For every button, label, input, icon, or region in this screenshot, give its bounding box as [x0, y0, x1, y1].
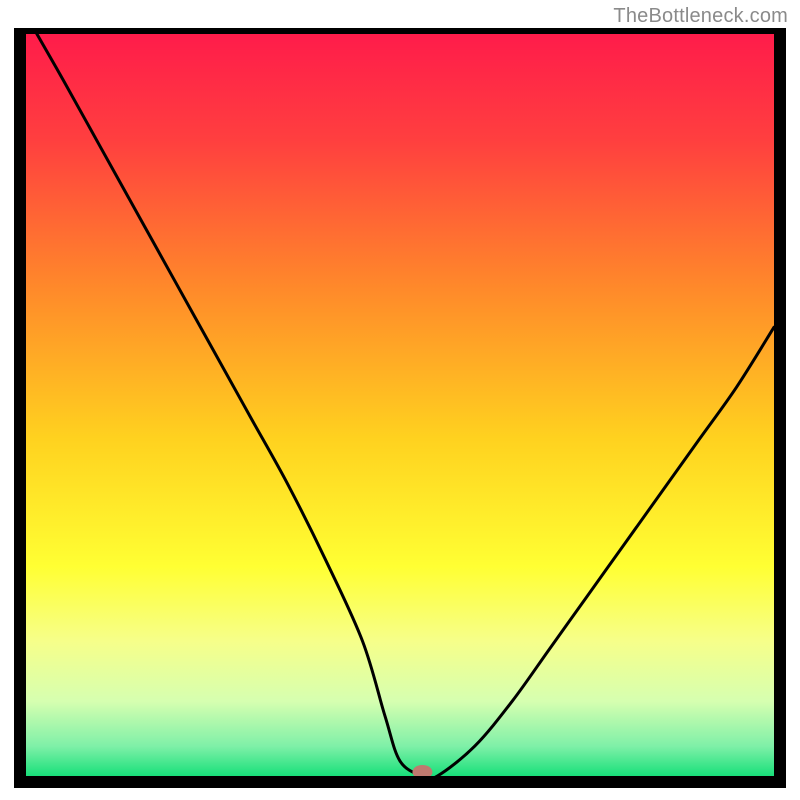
chart-container: TheBottleneck.com — [0, 0, 800, 800]
plot-frame — [14, 28, 786, 788]
plot-svg — [14, 28, 786, 788]
plot-background — [26, 28, 774, 776]
attribution-label: TheBottleneck.com — [613, 5, 788, 28]
